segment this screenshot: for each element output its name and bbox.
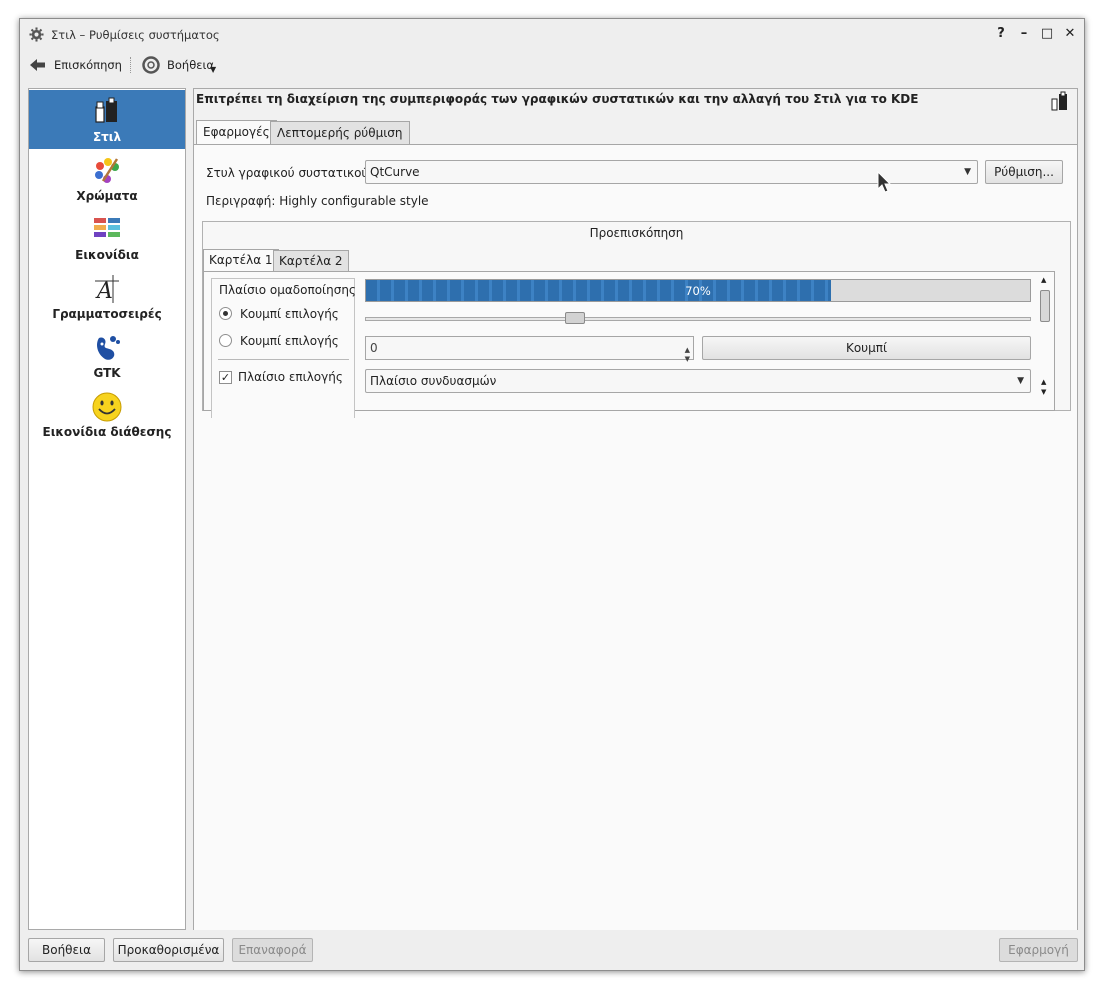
preview-title: Προεπισκόπηση [589,226,684,240]
page-heading: Επιτρέπει τη διαχείριση της συμπεριφοράς… [196,92,919,106]
sidebar-item-colors[interactable]: Χρώματα [29,149,185,208]
progress-bar: 70% [365,279,1031,302]
progress-text: 70% [685,284,711,298]
preview-tab-1[interactable]: Καρτέλα 1 [203,249,279,272]
back-arrow-icon [30,59,45,71]
tab-applications[interactable]: Εφαρμογές [196,120,277,145]
category-sidebar: Στιλ Χρώματα Εικονίδια A Γραμματοσειρές … [28,88,186,930]
spin-down-icon[interactable]: ▼ [685,348,690,370]
radio-button-1[interactable] [219,307,232,320]
help-menu-label: Βοήθεια [167,58,214,72]
slider-handle[interactable] [565,312,586,324]
preview-frame: Προεπισκόπηση Καρτέλα 1 Καρτέλα 2 Πλαίσι… [202,221,1071,418]
chevron-down-icon: ▼ [964,167,971,177]
svg-text:A: A [95,279,113,304]
preview-push-button[interactable]: Κουμπί [702,336,1031,360]
sidebar-item-gtk[interactable]: GTK [29,326,185,385]
sidebar-item-label: Εικονίδια [75,248,139,262]
sidebar-item-label: Γραμματοσειρές [52,307,162,321]
scroll-up-icon[interactable]: ▲ [1041,276,1046,284]
sidebar-item-label: GTK [93,366,121,380]
main-panel: Επιτρέπει τη διαχείριση της συμπεριφοράς… [193,88,1078,930]
preview-tab-2[interactable]: Καρτέλα 2 [273,250,349,272]
title-bar[interactable]: Στιλ – Ρυθμίσεις συστήματος ? – □ ✕ [20,19,1084,51]
radio-button-2[interactable] [219,334,232,347]
defaults-button[interactable]: Προκαθορισμένα [113,938,224,962]
settings-window: Στιλ – Ρυθμίσεις συστήματος ? – □ ✕ Επισ… [19,18,1085,971]
apply-button[interactable]: Εφαρμογή [999,938,1078,962]
scroll-thumb[interactable] [1040,290,1050,322]
preview-combo-value: Πλαίσιο συνδυασμών [370,374,497,388]
style-icon [95,97,117,123]
close-icon[interactable]: ✕ [1062,26,1078,42]
minimize-icon[interactable]: – [1016,26,1032,42]
help-menu-button[interactable]: Βοήθεια ▼ [142,55,217,75]
lifebuoy-icon [142,56,160,74]
preview-tab-panel: Πλαίσιο ομαδοποίησης Κουμπί επιλογής Κου… [203,271,1055,418]
spin-box-value: 0 [370,341,378,355]
groupbox-divider [218,359,349,360]
style-module-icon [1051,91,1067,111]
help-question-icon[interactable]: ? [993,26,1009,42]
applications-tab-panel: Στυλ γραφικού συστατικού: QtCurve ▼ Ρύθμ… [194,144,1077,930]
checkbox[interactable]: ✓ [219,371,232,384]
gtk-icon [97,336,120,360]
preview-combo-box[interactable]: Πλαίσιο συνδυασμών ▼ [365,369,1031,393]
mouse-cursor-icon [877,171,891,193]
emoticons-icon [92,392,122,422]
radio-button-1-label: Κουμπί επιλογής [240,307,339,321]
sidebar-item-style[interactable]: Στιλ [29,90,185,149]
fonts-icon: A [95,275,119,304]
configure-button[interactable]: Ρύθμιση... [985,160,1063,184]
chevron-down-icon: ▼ [1017,376,1024,386]
maximize-icon[interactable]: □ [1039,26,1055,42]
widget-style-label: Στυλ γραφικού συστατικού: [206,166,373,180]
overview-button[interactable]: Επισκόπηση [30,55,122,75]
dropdown-arrow-icon: ▼ [210,65,217,74]
window-title: Στιλ – Ρυθμίσεις συστήματος [51,28,220,42]
sidebar-item-label: Χρώματα [76,189,138,203]
preview-scrollbar[interactable]: ▲ ▲ ▼ [1039,276,1051,406]
help-button[interactable]: Βοήθεια [28,938,105,962]
sidebar-item-label: Εικονίδια διάθεσης [42,425,172,439]
colors-icon [95,158,119,183]
style-description: Περιγραφή: Highly configurable style [206,194,429,208]
toolbar-separator [130,57,131,73]
tab-fine-tuning[interactable]: Λεπτομερής ρύθμιση [270,121,410,145]
groupbox-title: Πλαίσιο ομαδοποίησης [219,283,356,297]
spin-box[interactable]: 0 ▲ ▼ [365,336,694,363]
reset-button[interactable]: Επαναφορά [232,938,313,962]
scroll-up-lower-icon[interactable]: ▲ [1041,378,1046,386]
scroll-down-icon[interactable]: ▼ [1041,388,1046,396]
sidebar-item-fonts[interactable]: A Γραμματοσειρές [29,267,185,326]
widget-style-value: QtCurve [370,165,420,179]
checkbox-label: Πλαίσιο επιλογής [238,370,343,384]
icons-icon [94,218,120,237]
sidebar-item-icons[interactable]: Εικονίδια [29,208,185,267]
preview-groupbox: Πλαίσιο ομαδοποίησης Κουμπί επιλογής Κου… [211,278,356,418]
overview-label: Επισκόπηση [54,58,122,72]
slider-groove[interactable] [365,317,1031,321]
sidebar-item-emoticons[interactable]: Εικονίδια διάθεσης [29,385,185,444]
sidebar-item-label: Στιλ [92,130,122,144]
radio-button-2-label: Κουμπί επιλογής [240,334,339,348]
toolbar: Επισκόπηση Βοήθεια ▼ [20,51,1084,79]
gear-icon [29,27,44,42]
